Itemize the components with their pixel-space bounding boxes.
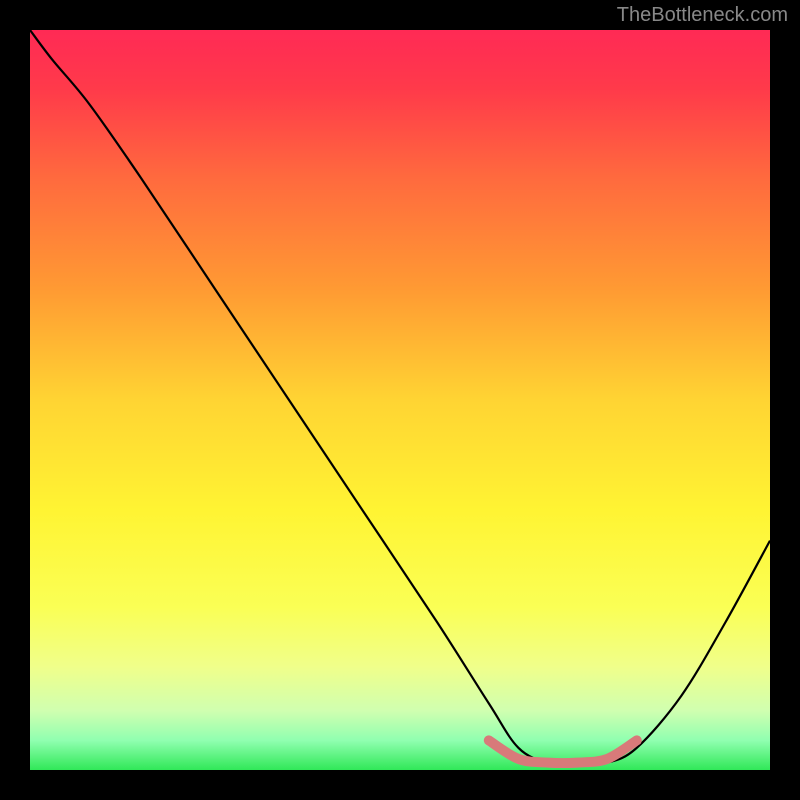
plot-area [30, 30, 770, 770]
plot-svg [30, 30, 770, 770]
gradient-background [30, 30, 770, 770]
plot-frame [30, 30, 770, 770]
watermark-text: TheBottleneck.com [617, 4, 788, 27]
